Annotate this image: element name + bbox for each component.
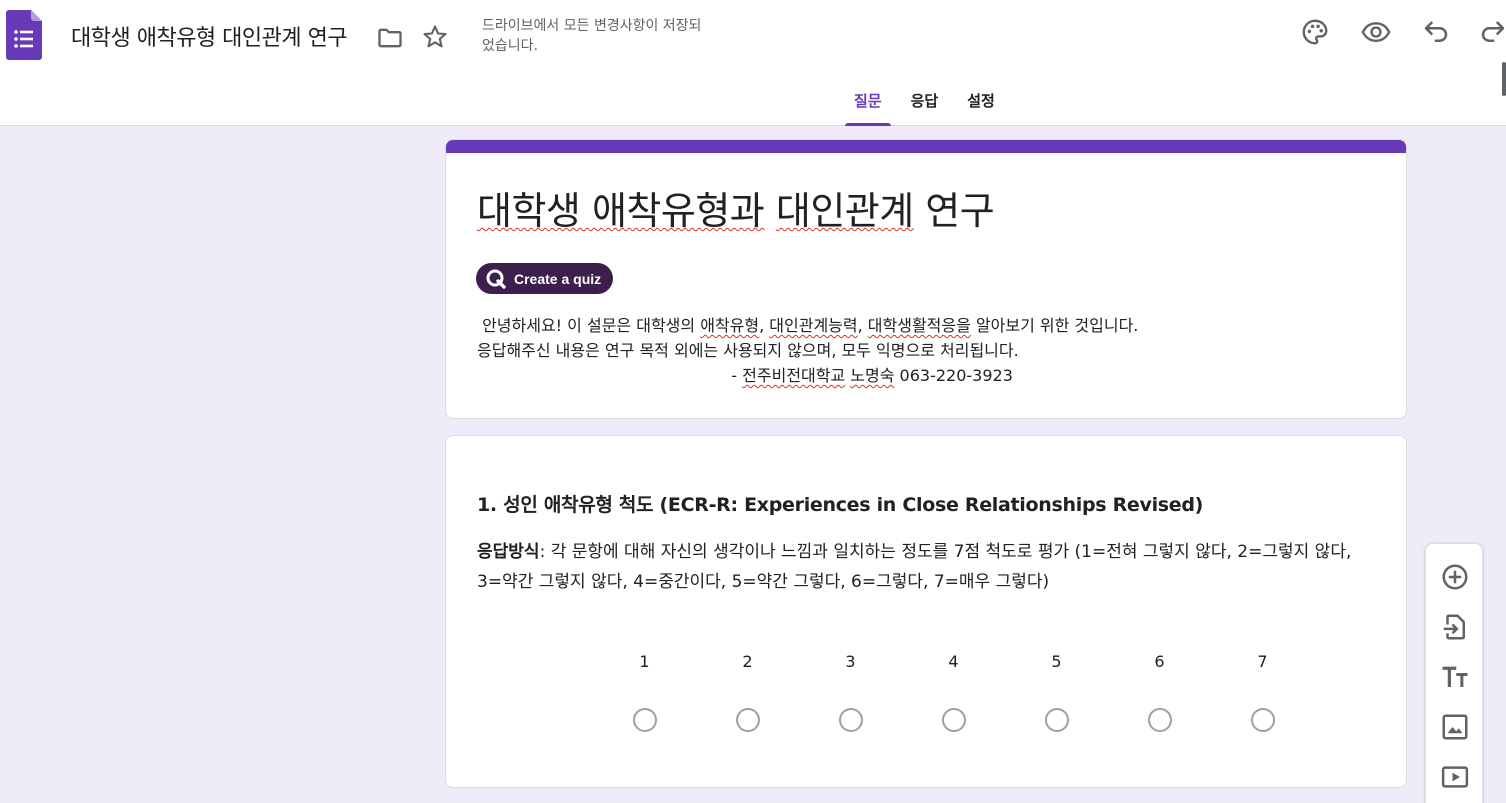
scale-radio[interactable] xyxy=(735,708,760,732)
desc-text: 대인관계능력 xyxy=(769,316,858,335)
top-bar: 대학생 애착유형 대인관계 연구 드라이브에서 모든 변경사항이 저장되었습니다… xyxy=(0,0,1506,126)
desc-text: 전주비전대학교 xyxy=(742,366,846,385)
undo-icon[interactable] xyxy=(1421,17,1451,47)
desc-text: 대학생활적응을 xyxy=(867,316,971,335)
desc-text: 노명숙 xyxy=(850,366,895,385)
question-desc-bold: 응답방식 xyxy=(477,542,540,562)
desc-text: 안녕하세요! 이 설문은 대학생의 xyxy=(477,316,701,335)
scrollbar-thumb[interactable] xyxy=(1502,62,1506,96)
scale-option: 5 xyxy=(1005,652,1108,732)
scale-label: 5 xyxy=(1051,652,1062,671)
desc-text: 063-220-3923 xyxy=(894,366,1013,385)
quiz-q-icon xyxy=(486,269,506,289)
create-quiz-label: Create a quiz xyxy=(514,270,602,287)
tab-questions[interactable]: 질문 xyxy=(845,82,891,126)
import-icon[interactable] xyxy=(1440,612,1470,642)
scale-radio[interactable] xyxy=(1147,708,1172,732)
form-title-card[interactable]: 대학생 애착유형과 대인관계 연구 Create a quiz 안녕하세요! 이… xyxy=(445,139,1407,419)
scale-label: 1 xyxy=(639,652,650,671)
form-title[interactable]: 대학생 애착유형과 대인관계 연구 xyxy=(477,180,995,235)
scale-option: 6 xyxy=(1108,652,1211,732)
scale-radio[interactable] xyxy=(1044,708,1069,732)
question-card[interactable]: 1. 성인 애착유형 척도 (ECR-R: Experiences in Clo… xyxy=(445,435,1407,788)
desc-text: 애착유형 xyxy=(700,316,760,335)
image-icon[interactable] xyxy=(1440,712,1470,742)
save-status: 드라이브에서 모든 변경사항이 저장되었습니다. xyxy=(482,18,702,54)
scale-option: 4 xyxy=(902,652,1005,732)
side-toolbar xyxy=(1425,543,1483,803)
card-accent-bar xyxy=(446,140,1406,153)
form-tabs: 질문 응답 설정 xyxy=(845,82,1015,126)
video-icon[interactable] xyxy=(1440,762,1470,792)
scale-label: 7 xyxy=(1257,652,1268,671)
scale-option: 2 xyxy=(696,652,799,732)
form-title-part: 대학생 애착유형과 xyxy=(477,189,765,233)
document-title[interactable]: 대학생 애착유형 대인관계 연구 xyxy=(71,20,348,52)
scale-radio[interactable] xyxy=(632,708,657,732)
form-title-part: 대인관계 xyxy=(775,189,914,233)
eye-icon[interactable] xyxy=(1361,17,1391,47)
desc-text: 응답해주신 내용은 연구 목적 외에는 사용되지 않으며, 모두 익명으로 처리… xyxy=(477,341,1019,360)
forms-logo-icon[interactable] xyxy=(6,10,42,60)
folder-icon[interactable] xyxy=(376,24,404,52)
tab-responses[interactable]: 응답 xyxy=(902,82,948,126)
desc-text: , xyxy=(857,316,868,335)
question-description[interactable]: 응답방식: 각 문항에 대해 자신의 생각이나 느낌과 일치하는 정도를 7점 … xyxy=(477,537,1377,597)
add-circle-icon[interactable] xyxy=(1440,562,1470,592)
star-icon[interactable] xyxy=(421,23,449,51)
scale-label: 2 xyxy=(742,652,753,671)
desc-text: 알아보기 위한 것입니다. xyxy=(970,316,1139,335)
scale-label: 6 xyxy=(1154,652,1165,671)
scale-label: 3 xyxy=(845,652,856,671)
question-desc-text: : 각 문항에 대해 자신의 생각이나 느낌과 일치하는 정도를 7점 척도로 … xyxy=(477,542,1352,592)
create-quiz-button[interactable]: Create a quiz xyxy=(476,263,613,294)
scale-option: 7 xyxy=(1211,652,1314,732)
linear-scale: 1 2 3 4 5 6 7 xyxy=(593,652,1314,732)
scale-option: 1 xyxy=(593,652,696,732)
tab-settings[interactable]: 설정 xyxy=(958,82,1004,126)
form-description[interactable]: 안녕하세요! 이 설문은 대학생의 애착유형, 대인관계능력, 대학생활적응을 … xyxy=(477,313,1138,388)
redo-icon[interactable] xyxy=(1478,17,1506,47)
title-text-icon[interactable] xyxy=(1440,662,1470,692)
palette-icon[interactable] xyxy=(1300,17,1330,47)
question-title[interactable]: 1. 성인 애착유형 척도 (ECR-R: Experiences in Clo… xyxy=(477,490,1203,517)
scale-radio[interactable] xyxy=(1250,708,1275,732)
desc-text: , xyxy=(759,316,770,335)
scale-radio[interactable] xyxy=(941,708,966,732)
desc-text: - xyxy=(477,366,743,385)
scale-radio[interactable] xyxy=(838,708,863,732)
scale-option: 3 xyxy=(799,652,902,732)
scale-label: 4 xyxy=(948,652,959,671)
